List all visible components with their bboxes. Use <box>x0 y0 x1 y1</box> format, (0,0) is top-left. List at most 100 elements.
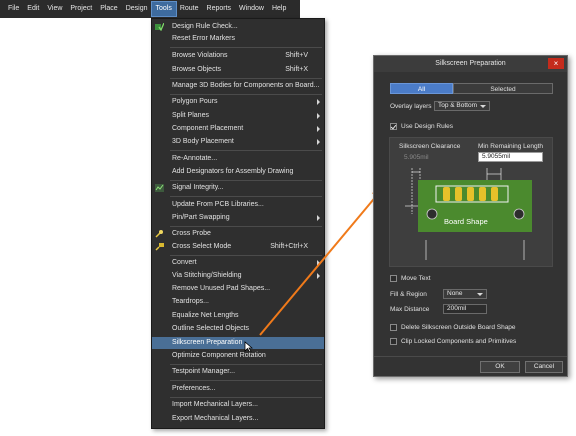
submenu-arrow-icon <box>317 99 320 105</box>
menu-separator <box>170 196 322 197</box>
menu-item-via-stitching[interactable]: Via Stitching/Shielding <box>152 270 324 282</box>
menu-item-add-designators[interactable]: Add Designators for Assembly Drawing <box>152 166 324 178</box>
delete-outside-checkbox[interactable] <box>390 324 397 331</box>
silkscreen-clearance-label: Silkscreen Clearance <box>399 143 461 150</box>
overlay-layers-dropdown[interactable]: Top & Bottom <box>434 101 490 111</box>
menu-item-optimize-component-rotation[interactable]: Optimize Component Rotation <box>152 350 324 362</box>
cross-probe-icon <box>155 230 163 238</box>
cancel-button[interactable]: Cancel <box>525 361 563 373</box>
close-icon[interactable]: × <box>548 58 564 69</box>
tab-selected[interactable]: Selected <box>453 83 553 94</box>
overlay-layers-label: Overlay layers <box>390 103 432 110</box>
menu-item-re-annotate[interactable]: Re-Annotate... <box>152 153 324 165</box>
ok-button[interactable]: OK <box>480 361 520 373</box>
submenu-arrow-icon <box>317 139 320 145</box>
menu-item-shortcut: Shift+X <box>285 66 308 73</box>
menu-project[interactable]: Project <box>66 2 96 16</box>
overlay-layers-value: Top & Bottom <box>438 102 478 109</box>
menu-item-label: Pin/Part Swapping <box>172 214 230 221</box>
menu-item-label: Reset Error Markers <box>172 35 236 42</box>
menu-item-label: Add Designators for Assembly Drawing <box>172 168 294 175</box>
menu-separator <box>170 255 322 256</box>
silkscreen-clearance-value: 5.905mil <box>404 154 429 161</box>
menu-item-outline-selected-objects[interactable]: Outline Selected Objects <box>152 323 324 335</box>
max-distance-input[interactable]: 200mil <box>443 304 487 314</box>
use-design-rules-label: Use Design Rules <box>401 123 454 130</box>
menu-item-label: Export Mechanical Layers... <box>172 415 259 422</box>
menu-item-silkscreen-preparation[interactable]: Silkscreen Preparation <box>152 337 324 349</box>
menu-design[interactable]: Design <box>122 2 152 16</box>
tab-all[interactable]: All <box>390 83 453 94</box>
menu-help[interactable]: Help <box>268 2 290 16</box>
menu-item-update-from-pcb-libraries[interactable]: Update From PCB Libraries... <box>152 199 324 211</box>
chevron-down-icon <box>480 105 486 108</box>
menu-item-import-mechanical-layers[interactable]: Import Mechanical Layers... <box>152 399 324 411</box>
min-remaining-length-label: Min Remaining Length <box>478 143 544 150</box>
menu-tools[interactable]: Tools <box>150 1 177 17</box>
menu-item-component-placement[interactable]: Component Placement <box>152 123 324 135</box>
menu-item-label: Manage 3D Bodies for Components on Board… <box>172 82 320 89</box>
menu-edit[interactable]: Edit <box>23 2 43 16</box>
menu-separator <box>170 150 322 151</box>
menu-item-browse-objects[interactable]: Browse Objects Shift+X <box>152 64 324 76</box>
submenu-arrow-icon <box>317 215 320 221</box>
menu-separator <box>170 397 322 398</box>
menu-item-label: Testpoint Manager... <box>172 368 236 375</box>
menu-item-split-planes[interactable]: Split Planes <box>152 110 324 122</box>
menu-item-label: Preferences... <box>172 385 216 392</box>
menu-item-pin-part-swapping[interactable]: Pin/Part Swapping <box>152 212 324 224</box>
menu-item-browse-violations[interactable]: Browse Violations Shift+V <box>152 50 324 62</box>
menu-item-label: Remove Unused Pad Shapes... <box>172 285 271 292</box>
move-text-label: Move Text <box>401 275 431 282</box>
submenu-arrow-icon <box>317 260 320 266</box>
menu-separator <box>170 364 322 365</box>
menu-item-label: Signal Integrity... <box>172 184 224 191</box>
fill-region-dropdown[interactable]: None <box>443 289 487 299</box>
menu-item-label: Polygon Pours <box>172 98 218 105</box>
menu-item-label: 3D Body Placement <box>172 138 234 145</box>
tools-dropdown-menu: Design Rule Check... Reset Error Markers… <box>151 18 325 429</box>
fill-region-label: Fill & Region <box>390 291 427 298</box>
menu-file[interactable]: File <box>4 2 23 16</box>
move-text-checkbox[interactable] <box>390 275 397 282</box>
menu-bar: File Edit View Project Place Design Tool… <box>0 0 300 18</box>
clip-locked-label: Clip Locked Components and Primitives <box>401 338 517 345</box>
menu-item-signal-integrity[interactable]: Signal Integrity... <box>152 182 324 194</box>
menu-item-design-rule-check[interactable]: Design Rule Check... <box>152 21 324 33</box>
menu-reports[interactable]: Reports <box>203 2 236 16</box>
menu-item-equalize-net-lengths[interactable]: Equalize Net Lengths <box>152 310 324 322</box>
submenu-arrow-icon <box>317 126 320 132</box>
menu-item-label: Import Mechanical Layers... <box>172 401 258 408</box>
menu-item-polygon-pours[interactable]: Polygon Pours <box>152 96 324 108</box>
menu-item-convert[interactable]: Convert <box>152 257 324 269</box>
menu-item-manage-3d-bodies[interactable]: Manage 3D Bodies for Components on Board… <box>152 80 324 92</box>
menu-item-testpoint-manager[interactable]: Testpoint Manager... <box>152 366 324 378</box>
menu-route[interactable]: Route <box>176 2 203 16</box>
design-rule-check-icon <box>155 23 164 31</box>
menu-item-cross-select-mode[interactable]: Cross Select Mode Shift+Ctrl+X <box>152 241 324 253</box>
min-remaining-length-input[interactable]: 5.9055mil <box>478 152 543 162</box>
menu-separator <box>170 226 322 227</box>
submenu-arrow-icon <box>317 273 320 279</box>
use-design-rules-checkbox[interactable] <box>390 123 397 130</box>
menu-item-teardrops[interactable]: Teardrops... <box>152 296 324 308</box>
menu-view[interactable]: View <box>43 2 66 16</box>
menu-item-label: Re-Annotate... <box>172 155 218 162</box>
menu-place[interactable]: Place <box>96 2 122 16</box>
menu-item-reset-error-markers[interactable]: Reset Error Markers <box>152 33 324 45</box>
menu-separator <box>170 94 322 95</box>
clip-locked-checkbox[interactable] <box>390 338 397 345</box>
menu-item-label: Cross Select Mode <box>172 243 232 250</box>
menu-item-label: Convert <box>172 259 197 266</box>
max-distance-label: Max Distance <box>390 306 430 313</box>
menu-item-export-mechanical-layers[interactable]: Export Mechanical Layers... <box>152 413 324 425</box>
menu-item-label: Via Stitching/Shielding <box>172 272 242 279</box>
menu-item-3d-body-placement[interactable]: 3D Body Placement <box>152 136 324 148</box>
menu-window[interactable]: Window <box>235 2 268 16</box>
menu-item-remove-unused-pad-shapes[interactable]: Remove Unused Pad Shapes... <box>152 283 324 295</box>
menu-item-label: Teardrops... <box>172 298 209 305</box>
board-shape-label: Board Shape <box>444 217 488 226</box>
menu-item-cross-probe[interactable]: Cross Probe <box>152 228 324 240</box>
menu-item-preferences[interactable]: Preferences... <box>152 383 324 395</box>
menu-item-label: Equalize Net Lengths <box>172 312 239 319</box>
